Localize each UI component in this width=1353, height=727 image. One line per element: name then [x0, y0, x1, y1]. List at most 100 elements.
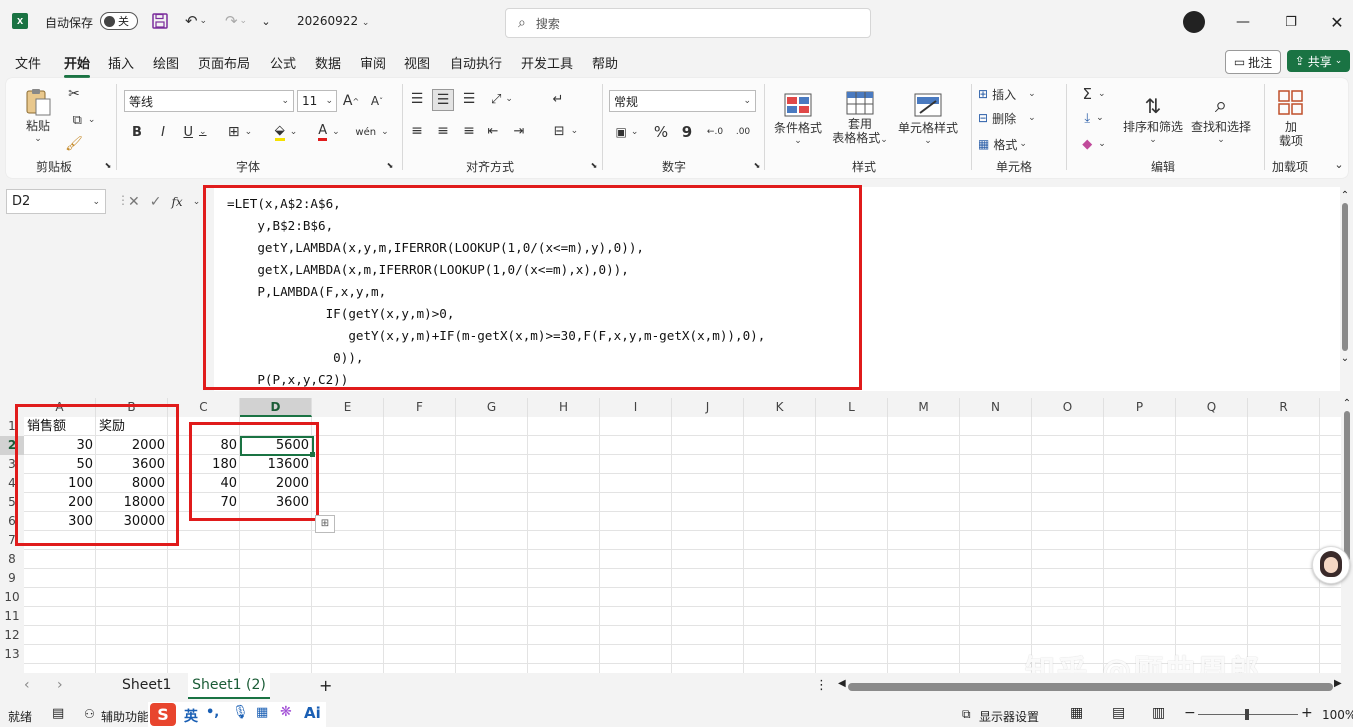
column-header-k[interactable]: K	[744, 398, 816, 417]
dialog-launcher-icon[interactable]: ⬊	[385, 160, 395, 170]
column-header-i[interactable]: I	[600, 398, 672, 417]
menu-review[interactable]: 审阅	[360, 53, 386, 72]
display-settings-icon[interactable]: ⧉	[962, 707, 971, 722]
align-center-icon[interactable]: ≡	[434, 122, 452, 140]
menu-home[interactable]: 开始	[64, 53, 91, 78]
save-icon[interactable]	[150, 11, 170, 31]
insert-cells-button[interactable]: ⊞ 插入 ⌄	[978, 84, 1050, 104]
insert-function-icon[interactable]: fx	[171, 195, 182, 209]
sheet-tab[interactable]: Sheet1	[122, 677, 171, 693]
menu-page-layout[interactable]: 页面布局	[198, 53, 250, 72]
align-top-icon[interactable]: ☰	[408, 90, 426, 108]
more-options-icon[interactable]: ⋮	[815, 678, 828, 693]
align-right-icon[interactable]: ≡	[460, 122, 478, 140]
decrease-decimal-icon[interactable]: .00	[732, 122, 754, 142]
column-header-e[interactable]: E	[312, 398, 384, 417]
underline-button[interactable]: U ⌄	[178, 122, 212, 142]
font-name-select[interactable]: 等线 ⌄	[124, 90, 294, 112]
clear-icon[interactable]: ◆ ⌄	[1074, 134, 1114, 154]
row-header-9[interactable]: 9	[0, 569, 24, 588]
zoom-level[interactable]: 100%	[1322, 708, 1353, 722]
page-layout-view-icon[interactable]: ▤	[1112, 705, 1125, 721]
vertical-scrollbar[interactable]: ⌃	[1341, 398, 1353, 673]
menu-insert[interactable]: 插入	[108, 53, 134, 72]
comments-button[interactable]: ▭ 批注	[1225, 50, 1281, 74]
increase-decimal-icon[interactable]: ←.0	[704, 122, 726, 142]
align-middle-icon[interactable]: ☰	[432, 89, 454, 111]
percent-button[interactable]: %	[652, 122, 670, 142]
autosave-toggle[interactable]: 关	[100, 12, 138, 30]
scroll-left-icon[interactable]: ◀	[838, 678, 846, 689]
ime-language[interactable]: 英	[184, 706, 198, 726]
fill-icon[interactable]: ⤓ ⌄	[1074, 108, 1114, 128]
find-select-button[interactable]: ⌕ 查找和选择 ⌄	[1188, 86, 1254, 152]
column-header-g[interactable]: G	[456, 398, 528, 417]
punctuation-icon[interactable]: •,	[206, 705, 219, 720]
column-header-n[interactable]: N	[960, 398, 1032, 417]
close-icon[interactable]: ✕	[1326, 12, 1348, 32]
menu-developer[interactable]: 开发工具	[521, 53, 573, 72]
menu-formulas[interactable]: 公式	[270, 53, 296, 72]
row-header-8[interactable]: 8	[0, 550, 24, 569]
collapse-ribbon-icon[interactable]: ⌄	[1332, 158, 1346, 171]
column-header-r[interactable]: R	[1248, 398, 1320, 417]
menu-help[interactable]: 帮助	[592, 53, 618, 72]
bold-button[interactable]: B	[128, 122, 146, 142]
format-painter-icon[interactable]: 🖌	[64, 134, 84, 154]
microphone-icon[interactable]: 🎙	[232, 705, 249, 720]
increase-indent-icon[interactable]: ⇥	[510, 122, 528, 140]
scroll-thumb[interactable]	[1344, 411, 1350, 561]
page-break-view-icon[interactable]: ▥	[1152, 705, 1165, 721]
paste-button[interactable]: 粘贴 ⌄	[20, 84, 56, 146]
scroll-up-icon[interactable]: ⌃	[1341, 398, 1353, 409]
customize-qat-icon[interactable]: ⌄	[258, 11, 274, 31]
increase-font-icon[interactable]: A ^	[342, 92, 360, 110]
undo-icon[interactable]: ↶ ⌄	[180, 11, 212, 31]
row-header-10[interactable]: 10	[0, 588, 24, 607]
format-as-table-button[interactable]: 套用 表格格式⌄	[828, 86, 892, 152]
column-header-p[interactable]: P	[1104, 398, 1176, 417]
scroll-right-icon[interactable]: ▶	[1334, 678, 1342, 689]
align-bottom-icon[interactable]: ☰	[460, 90, 478, 108]
column-header-j[interactable]: J	[672, 398, 744, 417]
column-header-f[interactable]: F	[384, 398, 456, 417]
menu-data[interactable]: 数据	[315, 53, 341, 72]
ime-logo-icon[interactable]: S	[150, 703, 176, 726]
next-sheet-icon[interactable]: ›	[57, 677, 63, 693]
column-header-m[interactable]: M	[888, 398, 960, 417]
row-header-12[interactable]: 12	[0, 626, 24, 645]
merge-center-icon[interactable]: ⊟ ⌄	[546, 122, 586, 140]
format-cells-button[interactable]: ▦ 格式 ⌄	[978, 134, 1050, 154]
font-size-select[interactable]: 11 ⌄	[297, 90, 337, 112]
enter-icon[interactable]: ✓	[150, 194, 162, 210]
column-header-o[interactable]: O	[1032, 398, 1104, 417]
minimize-icon[interactable]: —	[1232, 12, 1254, 32]
scroll-thumb[interactable]	[1342, 203, 1348, 351]
column-header-q[interactable]: Q	[1176, 398, 1248, 417]
delete-cells-button[interactable]: ⊟ 删除 ⌄	[978, 108, 1050, 128]
font-color-icon[interactable]: A ⌄	[309, 122, 349, 142]
zoom-in-icon[interactable]: +	[1301, 705, 1313, 721]
scroll-up-icon[interactable]: ⌃	[1339, 190, 1351, 201]
accounting-format-icon[interactable]: ▣ ⌄	[610, 122, 644, 142]
phonetic-icon[interactable]: wén ⌄	[352, 122, 392, 142]
menu-file[interactable]: 文件	[15, 53, 41, 72]
menu-view[interactable]: 视图	[404, 53, 430, 72]
name-box[interactable]: D2 ⌄	[6, 189, 106, 214]
assistant-avatar[interactable]	[1312, 546, 1350, 584]
wrap-text-icon[interactable]: ↵	[548, 90, 568, 108]
align-left-icon[interactable]: ≡	[408, 122, 426, 140]
display-settings-label[interactable]: 显示器设置	[979, 708, 1039, 725]
ai-icon[interactable]: Ai	[304, 704, 321, 722]
macro-record-icon[interactable]: ▤	[52, 706, 64, 721]
comma-button[interactable]: 9	[678, 122, 696, 142]
sort-filter-button[interactable]: ⇅ 排序和筛选 ⌄	[1120, 86, 1186, 152]
addins-button[interactable]: 加 载项	[1268, 86, 1314, 152]
fill-color-icon[interactable]: ⬙ ⌄	[266, 122, 306, 142]
copy-icon[interactable]: ⧉ ⌄	[64, 110, 104, 130]
scroll-down-icon[interactable]: ⌄	[1339, 353, 1351, 364]
column-header-d[interactable]: D	[240, 398, 312, 417]
column-header-l[interactable]: L	[816, 398, 888, 417]
quick-analysis-icon[interactable]: ⊞	[315, 515, 335, 533]
row-header-11[interactable]: 11	[0, 607, 24, 626]
